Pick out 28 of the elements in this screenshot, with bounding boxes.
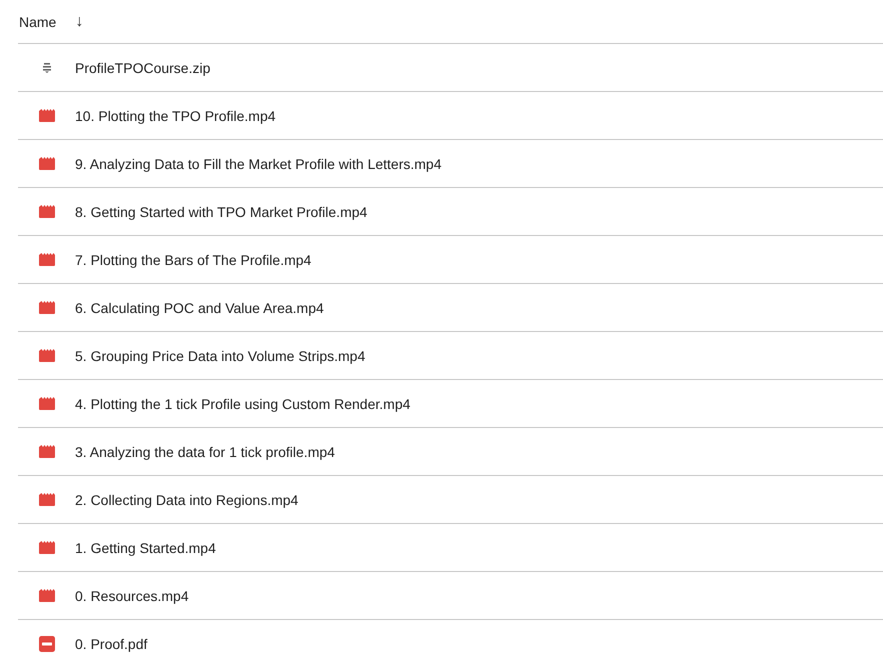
video-icon xyxy=(38,157,54,170)
file-name[interactable]: 7. Plotting the Bars of The Profile.mp4 xyxy=(75,252,312,268)
file-name[interactable]: 0. Proof.pdf xyxy=(75,636,148,652)
file-name[interactable]: 1. Getting Started.mp4 xyxy=(75,540,216,556)
file-name[interactable]: 8. Getting Started with TPO Market Profile.mp4 xyxy=(75,204,368,220)
file-name[interactable]: 4. Plotting the 1 tick Profile using Custom Render.mp4 xyxy=(75,396,410,412)
file-name[interactable]: ProfileTPOCourse.zip xyxy=(75,60,210,76)
video-icon xyxy=(38,109,54,122)
video-icon xyxy=(38,589,54,602)
file-name[interactable]: 3. Analyzing the data for 1 tick profile.mp4 xyxy=(75,444,335,460)
file-name[interactable]: 10. Plotting the TPO Profile.mp4 xyxy=(75,108,276,124)
video-icon xyxy=(38,301,54,314)
file-name[interactable]: 9. Analyzing Data to Fill the Market Profile with Letters.mp4 xyxy=(75,156,442,172)
video-icon xyxy=(38,253,54,266)
file-name[interactable]: 5. Grouping Price Data into Volume Strips.mp4 xyxy=(75,348,366,364)
video-icon xyxy=(38,541,54,554)
pdf-icon xyxy=(38,636,54,652)
video-icon xyxy=(38,493,54,506)
zip-icon xyxy=(42,62,50,72)
file-name[interactable]: 6. Calculating POC and Value Area.mp4 xyxy=(75,300,324,316)
video-icon xyxy=(38,445,54,458)
file-name[interactable]: 0. Resources.mp4 xyxy=(75,588,189,604)
file-name[interactable]: 2. Collecting Data into Regions.mp4 xyxy=(75,492,298,508)
name-column-header[interactable]: Name xyxy=(19,14,56,30)
video-icon xyxy=(38,349,54,362)
video-icon xyxy=(38,205,54,218)
video-icon xyxy=(38,397,54,410)
sort-arrow[interactable]: ↓ xyxy=(75,12,84,30)
